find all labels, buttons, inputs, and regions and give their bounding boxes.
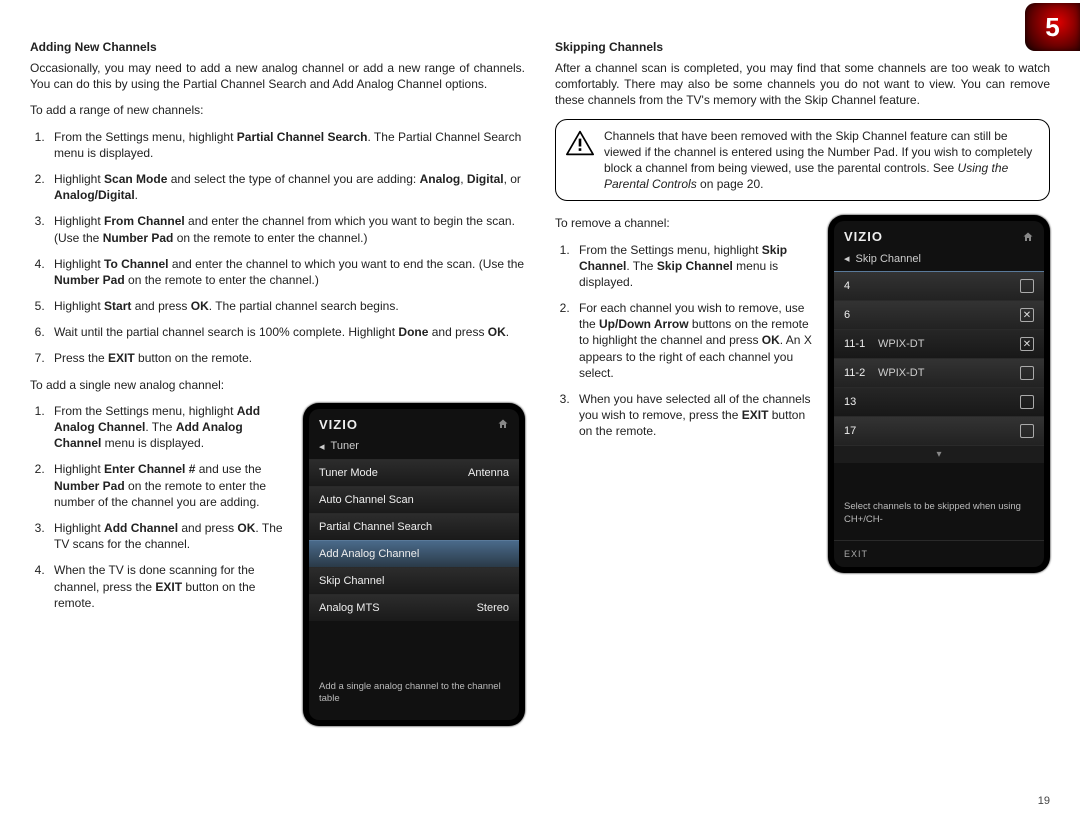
step: When the TV is done scanning for the cha… <box>48 562 288 611</box>
lead-single: To add a single new analog channel: <box>30 377 525 393</box>
steps-range: From the Settings menu, highlight Partia… <box>30 129 525 367</box>
right-column: Skipping Channels After a channel scan i… <box>555 40 1050 726</box>
channel-row: 6✕ <box>834 300 1044 329</box>
step: From the Settings menu, highlight Partia… <box>48 129 525 161</box>
menu-row: Analog MTSStereo <box>309 594 519 621</box>
checkbox-empty-icon <box>1020 366 1034 380</box>
heading-skipping: Skipping Channels <box>555 40 1050 54</box>
lead-range: To add a range of new channels: <box>30 102 525 118</box>
checkbox-empty-icon <box>1020 395 1034 409</box>
channel-row: 11-1WPIX-DT✕ <box>834 329 1044 358</box>
steps-remove: From the Settings menu, highlight Skip C… <box>555 242 813 440</box>
checkbox-empty-icon <box>1020 424 1034 438</box>
menu-caption: Select channels to be skipped when using… <box>834 491 1044 540</box>
step: When you have selected all of the channe… <box>573 391 813 440</box>
chapter-tab: 5 <box>1025 3 1080 51</box>
skip-channel-screenshot: VIZIO ◂ Skip Channel 4 6✕ 11-1WPIX-DT✕ 1… <box>828 215 1050 573</box>
step: Highlight Add Channel and press OK. The … <box>48 520 288 552</box>
steps-single: From the Settings menu, highlight Add An… <box>30 403 288 611</box>
step: Highlight Start and press OK. The partia… <box>48 298 525 314</box>
menu-row: Auto Channel Scan <box>309 486 519 513</box>
back-label: Skip Channel <box>856 253 921 265</box>
menu-row: Partial Channel Search <box>309 513 519 540</box>
step: Highlight Scan Mode and select the type … <box>48 171 525 203</box>
step: From the Settings menu, highlight Skip C… <box>573 242 813 291</box>
checkbox-checked-icon: ✕ <box>1020 337 1034 351</box>
heading-adding: Adding New Channels <box>30 40 525 54</box>
menu-row-selected: Add Analog Channel <box>309 540 519 567</box>
step: Wait until the partial channel search is… <box>48 324 525 340</box>
channel-row: 17 <box>834 416 1044 445</box>
step: Highlight To Channel and enter the chann… <box>48 256 525 288</box>
lead-remove: To remove a channel: <box>555 215 813 231</box>
intro-para: After a channel scan is completed, you m… <box>555 60 1050 109</box>
back-row: ◂ Skip Channel <box>834 248 1044 271</box>
step: Press the EXIT button on the remote. <box>48 350 525 366</box>
brand-label: VIZIO <box>319 417 358 432</box>
step: Highlight Enter Channel # and use the Nu… <box>48 461 288 510</box>
back-arrow-icon: ◂ <box>844 252 850 265</box>
menu-caption: Add a single analog channel to the chann… <box>309 671 519 720</box>
checkbox-checked-icon: ✕ <box>1020 308 1034 322</box>
home-icon <box>497 418 509 430</box>
page-content: Adding New Channels Occasionally, you ma… <box>0 10 1080 726</box>
scroll-down-icon: ▾ <box>834 445 1044 463</box>
step: From the Settings menu, highlight Add An… <box>48 403 288 452</box>
brand-label: VIZIO <box>844 229 883 244</box>
warning-icon <box>566 130 594 156</box>
warning-text: Channels that have been removed with the… <box>604 128 1039 193</box>
back-row: ◂ Tuner <box>309 436 519 459</box>
back-arrow-icon: ◂ <box>319 440 325 453</box>
menu-row: Skip Channel <box>309 567 519 594</box>
step: For each channel you wish to remove, use… <box>573 300 813 381</box>
channel-row: 4 <box>834 271 1044 300</box>
intro-para: Occasionally, you may need to add a new … <box>30 60 525 92</box>
menu-row: Tuner ModeAntenna <box>309 459 519 486</box>
step: Highlight From Channel and enter the cha… <box>48 213 525 245</box>
channel-row: 11-2WPIX-DT <box>834 358 1044 387</box>
exit-label: EXIT <box>834 540 1044 567</box>
tuner-menu-screenshot: VIZIO ◂ Tuner Tuner ModeAntenna Auto Cha… <box>303 403 525 726</box>
back-label: Tuner <box>331 440 359 452</box>
left-column: Adding New Channels Occasionally, you ma… <box>30 40 525 726</box>
checkbox-empty-icon <box>1020 279 1034 293</box>
home-icon <box>1022 231 1034 243</box>
warning-box: Channels that have been removed with the… <box>555 119 1050 202</box>
page-number: 19 <box>1038 795 1050 807</box>
channel-row: 13 <box>834 387 1044 416</box>
